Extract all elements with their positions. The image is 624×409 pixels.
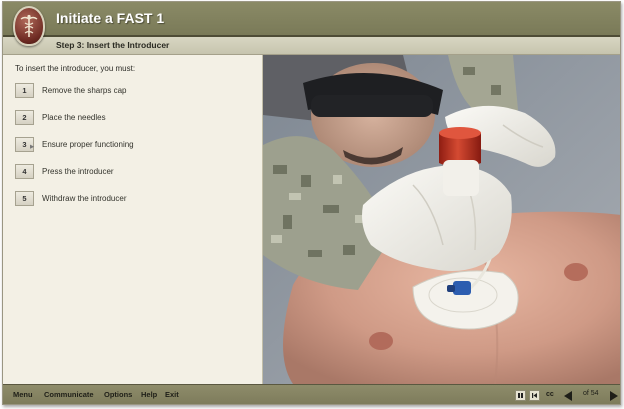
step-number: 3: [22, 140, 27, 149]
step-item-1[interactable]: 1 Remove the sharps cap: [15, 83, 245, 99]
communicate-link[interactable]: Communicate: [44, 390, 94, 399]
exit-link[interactable]: Exit: [165, 390, 179, 399]
pause-icon: [518, 393, 523, 398]
instruction-text: To insert the introducer, you must:: [15, 64, 136, 73]
app-window: Initiate a FAST 1 Step 3: Insert the Int…: [2, 1, 621, 405]
medical-caduceus-logo: [13, 6, 45, 46]
step-label: Withdraw the introducer: [42, 194, 127, 203]
step-label: Place the needles: [42, 113, 106, 122]
step-header: Step 3: Insert the Introducer: [3, 37, 620, 55]
instruction-panel: To insert the introducer, you must: 1 Re…: [3, 55, 263, 384]
options-link[interactable]: Options: [104, 390, 132, 399]
procedure-photo: [263, 55, 620, 384]
step-number-badge[interactable]: 3 ▶: [15, 137, 34, 152]
skip-back-icon: [532, 393, 537, 398]
step-item-4[interactable]: 4 Press the introducer: [15, 164, 245, 180]
step-label: Remove the sharps cap: [42, 86, 127, 95]
footer-bar: Menu Communicate Options Help Exit cc of…: [3, 384, 620, 404]
step-label: Ensure proper functioning: [42, 140, 134, 149]
step-number-badge[interactable]: 2: [15, 110, 34, 125]
step-number-badge[interactable]: 1: [15, 83, 34, 98]
next-page-button[interactable]: [609, 389, 619, 404]
step-number-badge[interactable]: 4: [15, 164, 34, 179]
page-counter: of 54: [583, 390, 599, 397]
step-label: Press the introducer: [42, 167, 114, 176]
step-item-5[interactable]: 5 Withdraw the introducer: [15, 191, 245, 207]
title-bar: Initiate a FAST 1: [3, 2, 620, 37]
step-title: Step 3: Insert the Introducer: [56, 40, 170, 50]
step-item-2[interactable]: 2 Place the needles: [15, 110, 245, 126]
menu-link[interactable]: Menu: [13, 390, 33, 399]
play-indicator-icon: ▶: [30, 144, 34, 150]
step-item-3[interactable]: 3 ▶ Ensure proper functioning: [15, 137, 245, 153]
closed-captions-button[interactable]: cc: [546, 391, 554, 398]
pause-button[interactable]: [515, 390, 526, 401]
previous-page-button[interactable]: [563, 389, 573, 404]
triangle-left-icon: [564, 391, 572, 401]
help-link[interactable]: Help: [141, 390, 157, 399]
app-title: Initiate a FAST 1: [56, 10, 165, 26]
restart-button[interactable]: [529, 390, 540, 401]
triangle-right-icon: [610, 391, 618, 401]
step-number-badge[interactable]: 5: [15, 191, 34, 206]
